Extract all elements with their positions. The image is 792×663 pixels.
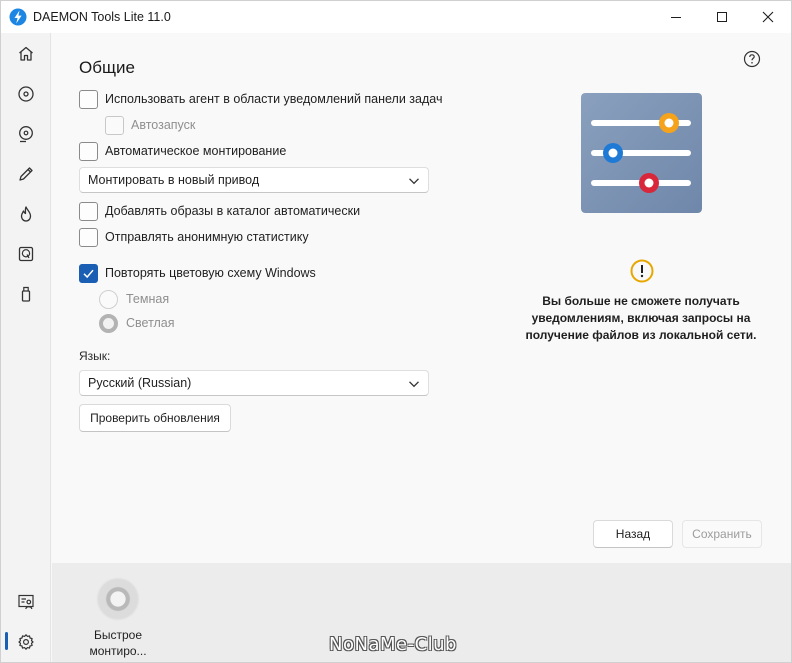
theme-light-radio-row[interactable]: Светлая — [99, 313, 175, 333]
automount-checkbox-row[interactable]: Автоматическое монтирование — [79, 141, 286, 161]
language-label: Язык: — [79, 349, 111, 363]
mount-mode-value: Монтировать в новый привод — [88, 173, 260, 187]
save-button[interactable]: Сохранить — [682, 520, 762, 548]
theme-light-radio[interactable] — [99, 313, 118, 333]
quick-mount-label: Быстрое монтиро... — [89, 628, 147, 658]
language-value: Русский (Russian) — [88, 376, 192, 390]
agent-checkbox[interactable] — [79, 89, 98, 109]
pencil-icon — [19, 167, 33, 181]
automount-checkbox-label: Автоматическое монтирование — [105, 144, 287, 158]
nav-disc[interactable] — [1, 74, 51, 114]
settings-panel: Общие Использовать агент в области уведо… — [52, 33, 791, 563]
title-bar: DAEMON Tools Lite 11.0 — [1, 1, 791, 33]
maximize-icon — [717, 12, 727, 22]
quick-mount-disc-icon — [98, 579, 138, 619]
language-select[interactable]: Русский (Russian) — [79, 370, 429, 396]
window-title: DAEMON Tools Lite 11.0 — [33, 10, 171, 24]
nav-burn[interactable] — [1, 194, 51, 234]
maximize-button[interactable] — [699, 1, 745, 33]
catalog-checkbox[interactable] — [79, 201, 98, 221]
agent-checkbox-label: Использовать агент в области уведомлений… — [105, 92, 443, 106]
stats-checkbox-row[interactable]: Отправлять анонимную статистику — [79, 227, 309, 247]
warning-icon — [630, 259, 654, 283]
flame-icon — [20, 206, 32, 222]
nav-home[interactable] — [1, 34, 51, 74]
home-icon — [19, 46, 33, 61]
color-scheme-checkbox-row[interactable]: Повторять цветовую схему Windows — [79, 263, 316, 283]
minimize-button[interactable] — [653, 1, 699, 33]
app-window: DAEMON Tools Lite 11.0 Общие Использоват… — [0, 0, 792, 663]
virtual-hdd-icon — [18, 246, 34, 262]
nav-settings[interactable] — [1, 622, 51, 662]
theme-dark-radio-row[interactable]: Темная — [99, 289, 169, 309]
checkmark-icon — [83, 269, 94, 278]
stats-checkbox-label: Отправлять анонимную статистику — [105, 230, 309, 244]
nav-disc-image[interactable] — [1, 114, 51, 154]
mount-mode-select[interactable]: Монтировать в новый привод — [79, 167, 429, 193]
theme-light-label: Светлая — [126, 316, 175, 330]
quick-mount-item[interactable]: Быстрое монтиро... — [75, 575, 161, 661]
chevron-down-icon — [409, 178, 419, 185]
autostart-checkbox-label: Автозапуск — [131, 118, 196, 132]
theme-dark-radio[interactable] — [99, 289, 118, 309]
color-scheme-checkbox-label: Повторять цветовую схему Windows — [105, 266, 316, 280]
close-button[interactable] — [745, 1, 791, 33]
daemon-tools-logo-icon — [9, 8, 27, 26]
stats-checkbox[interactable] — [79, 227, 98, 247]
license-icon — [18, 594, 34, 610]
minimize-icon — [671, 17, 681, 18]
navigation-rail — [1, 33, 51, 662]
back-button[interactable]: Назад — [593, 520, 673, 548]
help-icon[interactable] — [743, 50, 761, 68]
warning-message: Вы больше не сможете получать уведомлени… — [525, 294, 757, 342]
usb-icon — [21, 286, 31, 302]
disc-image-icon — [19, 126, 33, 143]
nav-write[interactable] — [1, 154, 51, 194]
theme-dark-label: Темная — [126, 292, 170, 306]
disc-icon — [18, 86, 34, 102]
autostart-checkbox[interactable] — [105, 115, 124, 135]
watermark-text: NoNaMe-Club — [329, 634, 457, 655]
nav-license[interactable] — [1, 582, 51, 622]
autostart-checkbox-row[interactable]: Автозапуск — [105, 115, 195, 135]
chevron-down-icon — [409, 381, 419, 388]
color-scheme-checkbox[interactable] — [79, 263, 98, 283]
nav-virtual-hdd[interactable] — [1, 234, 51, 274]
active-indicator — [5, 632, 8, 650]
catalog-checkbox-row[interactable]: Добавлять образы в каталог автоматически — [79, 201, 360, 221]
check-updates-button[interactable]: Проверить обновления — [79, 404, 231, 432]
catalog-checkbox-label: Добавлять образы в каталог автоматически — [105, 204, 361, 218]
agent-checkbox-row[interactable]: Использовать агент в области уведомлений… — [79, 89, 442, 109]
page-title: Общие — [79, 58, 135, 77]
automount-checkbox[interactable] — [79, 141, 98, 161]
settings-illustration — [581, 93, 702, 213]
nav-usb[interactable] — [1, 274, 51, 314]
settings-icon — [18, 634, 34, 650]
close-icon — [762, 11, 774, 23]
